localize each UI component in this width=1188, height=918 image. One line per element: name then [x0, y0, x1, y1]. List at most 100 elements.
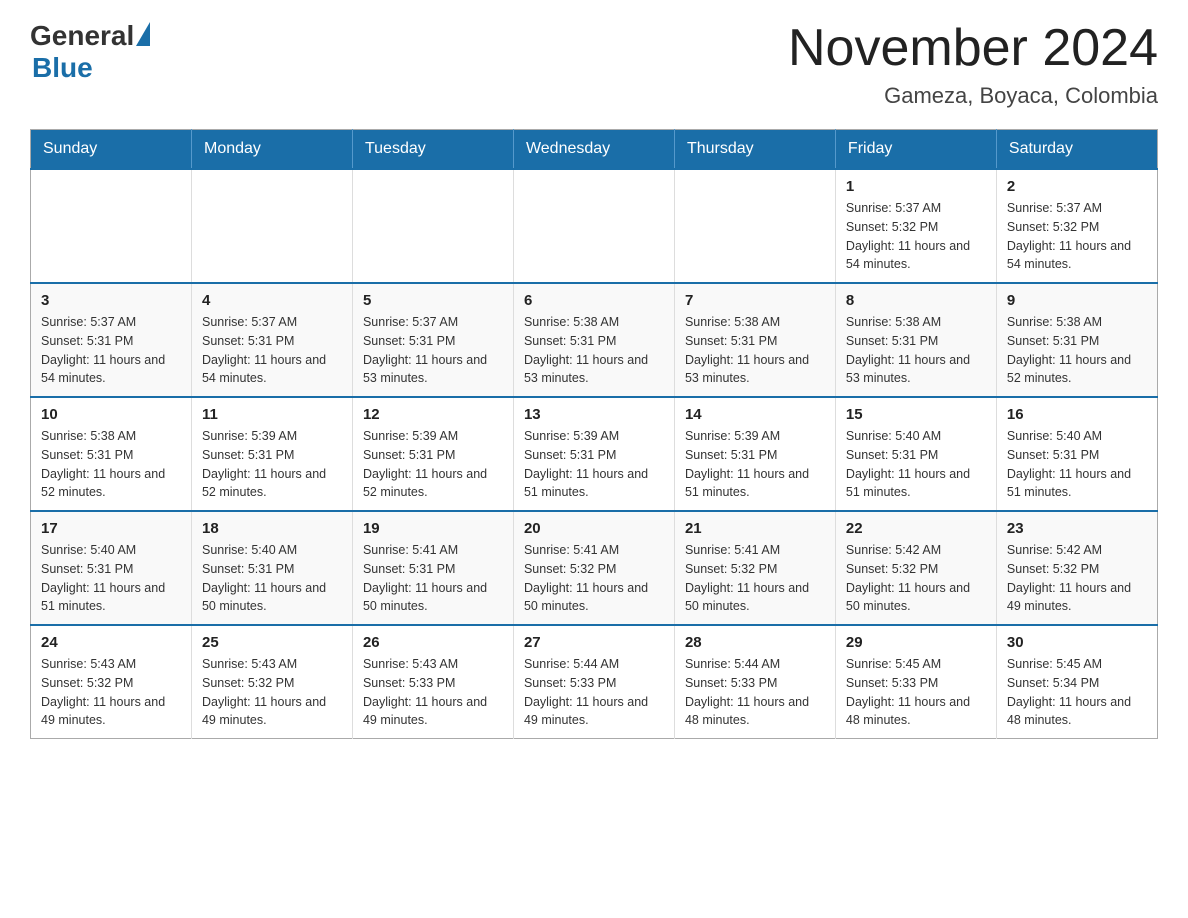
weekday-header-monday: Monday — [191, 130, 352, 170]
day-info: Sunrise: 5:37 AMSunset: 5:31 PMDaylight:… — [202, 313, 342, 388]
day-number: 12 — [363, 406, 503, 423]
day-number: 21 — [685, 520, 825, 537]
weekday-header-tuesday: Tuesday — [352, 130, 513, 170]
day-info: Sunrise: 5:41 AMSunset: 5:32 PMDaylight:… — [524, 541, 664, 616]
day-number: 23 — [1007, 520, 1147, 537]
day-info: Sunrise: 5:41 AMSunset: 5:32 PMDaylight:… — [685, 541, 825, 616]
day-number: 16 — [1007, 406, 1147, 423]
day-info: Sunrise: 5:43 AMSunset: 5:33 PMDaylight:… — [363, 655, 503, 730]
day-info: Sunrise: 5:40 AMSunset: 5:31 PMDaylight:… — [41, 541, 181, 616]
day-number: 20 — [524, 520, 664, 537]
day-info: Sunrise: 5:39 AMSunset: 5:31 PMDaylight:… — [685, 427, 825, 502]
calendar-cell: 25Sunrise: 5:43 AMSunset: 5:32 PMDayligh… — [191, 625, 352, 739]
day-info: Sunrise: 5:38 AMSunset: 5:31 PMDaylight:… — [846, 313, 986, 388]
day-info: Sunrise: 5:39 AMSunset: 5:31 PMDaylight:… — [363, 427, 503, 502]
calendar-cell: 16 Sunrise: 5:40 AMSunset: 5:31 PMDayligh… — [996, 397, 1157, 511]
calendar-cell — [674, 169, 835, 283]
logo-triangle-icon — [136, 22, 150, 46]
day-info: Sunrise: 5:45 AMSunset: 5:34 PMDaylight:… — [1007, 655, 1147, 730]
calendar-cell: 15 Sunrise: 5:40 AMSunset: 5:31 PMDayligh… — [835, 397, 996, 511]
day-info: Sunrise: 5:42 AMSunset: 5:32 PMDaylight:… — [1007, 541, 1147, 616]
calendar-cell: 9 Sunrise: 5:38 AMSunset: 5:31 PMDaylight… — [996, 283, 1157, 397]
day-number: 9 — [1007, 292, 1147, 309]
day-info: Sunrise: 5:37 AMSunset: 5:32 PMDaylight:… — [846, 199, 986, 274]
calendar-cell: 14 Sunrise: 5:39 AMSunset: 5:31 PMDayligh… — [674, 397, 835, 511]
day-number: 22 — [846, 520, 986, 537]
calendar-cell: 29 Sunrise: 5:45 AMSunset: 5:33 PMDayligh… — [835, 625, 996, 739]
day-info: Sunrise: 5:38 AMSunset: 5:31 PMDaylight:… — [1007, 313, 1147, 388]
calendar-cell: 1 Sunrise: 5:37 AMSunset: 5:32 PMDaylight… — [835, 169, 996, 283]
calendar-cell: 7 Sunrise: 5:38 AMSunset: 5:31 PMDaylight… — [674, 283, 835, 397]
calendar-cell: 20 Sunrise: 5:41 AMSunset: 5:32 PMDayligh… — [513, 511, 674, 625]
weekday-header-friday: Friday — [835, 130, 996, 170]
calendar-cell: 11 Sunrise: 5:39 AMSunset: 5:31 PMDayligh… — [191, 397, 352, 511]
calendar-cell: 30Sunrise: 5:45 AMSunset: 5:34 PMDayligh… — [996, 625, 1157, 739]
day-info: Sunrise: 5:38 AMSunset: 5:31 PMDaylight:… — [524, 313, 664, 388]
day-info: Sunrise: 5:40 AMSunset: 5:31 PMDaylight:… — [846, 427, 986, 502]
day-info: Sunrise: 5:43 AMSunset: 5:32 PMDaylight:… — [41, 655, 181, 730]
day-number: 26 — [363, 634, 503, 651]
day-number: 18 — [202, 520, 342, 537]
day-number: 13 — [524, 406, 664, 423]
calendar-cell: 19 Sunrise: 5:41 AMSunset: 5:31 PMDayligh… — [352, 511, 513, 625]
calendar-cell: 8 Sunrise: 5:38 AMSunset: 5:31 PMDaylight… — [835, 283, 996, 397]
day-number: 4 — [202, 292, 342, 309]
weekday-header-row: SundayMondayTuesdayWednesdayThursdayFrid… — [31, 130, 1158, 170]
day-info: Sunrise: 5:38 AMSunset: 5:31 PMDaylight:… — [685, 313, 825, 388]
calendar-cell: 13 Sunrise: 5:39 AMSunset: 5:31 PMDayligh… — [513, 397, 674, 511]
day-number: 15 — [846, 406, 986, 423]
day-info: Sunrise: 5:41 AMSunset: 5:31 PMDaylight:… — [363, 541, 503, 616]
day-info: Sunrise: 5:44 AMSunset: 5:33 PMDaylight:… — [685, 655, 825, 730]
day-number: 11 — [202, 406, 342, 423]
day-info: Sunrise: 5:40 AMSunset: 5:31 PMDaylight:… — [1007, 427, 1147, 502]
day-info: Sunrise: 5:44 AMSunset: 5:33 PMDaylight:… — [524, 655, 664, 730]
week-row-4: 17 Sunrise: 5:40 AMSunset: 5:31 PMDayligh… — [31, 511, 1158, 625]
weekday-header-saturday: Saturday — [996, 130, 1157, 170]
calendar: SundayMondayTuesdayWednesdayThursdayFrid… — [30, 129, 1158, 739]
day-number: 2 — [1007, 178, 1147, 195]
day-number: 8 — [846, 292, 986, 309]
day-info: Sunrise: 5:39 AMSunset: 5:31 PMDaylight:… — [524, 427, 664, 502]
page-title: November 2024 — [788, 20, 1158, 77]
calendar-cell: 24Sunrise: 5:43 AMSunset: 5:32 PMDayligh… — [31, 625, 192, 739]
title-area: November 2024 Gameza, Boyaca, Colombia — [788, 20, 1158, 109]
calendar-cell: 3Sunrise: 5:37 AMSunset: 5:31 PMDaylight… — [31, 283, 192, 397]
calendar-cell — [191, 169, 352, 283]
day-info: Sunrise: 5:37 AMSunset: 5:31 PMDaylight:… — [41, 313, 181, 388]
day-info: Sunrise: 5:45 AMSunset: 5:33 PMDaylight:… — [846, 655, 986, 730]
day-info: Sunrise: 5:39 AMSunset: 5:31 PMDaylight:… — [202, 427, 342, 502]
day-number: 1 — [846, 178, 986, 195]
day-info: Sunrise: 5:42 AMSunset: 5:32 PMDaylight:… — [846, 541, 986, 616]
weekday-header-sunday: Sunday — [31, 130, 192, 170]
day-number: 19 — [363, 520, 503, 537]
calendar-cell: 27 Sunrise: 5:44 AMSunset: 5:33 PMDayligh… — [513, 625, 674, 739]
weekday-header-thursday: Thursday — [674, 130, 835, 170]
day-number: 29 — [846, 634, 986, 651]
calendar-cell — [352, 169, 513, 283]
day-number: 17 — [41, 520, 181, 537]
week-row-2: 3Sunrise: 5:37 AMSunset: 5:31 PMDaylight… — [31, 283, 1158, 397]
day-number: 14 — [685, 406, 825, 423]
day-number: 5 — [363, 292, 503, 309]
day-info: Sunrise: 5:37 AMSunset: 5:32 PMDaylight:… — [1007, 199, 1147, 274]
calendar-cell: 18Sunrise: 5:40 AMSunset: 5:31 PMDayligh… — [191, 511, 352, 625]
day-number: 28 — [685, 634, 825, 651]
calendar-cell — [513, 169, 674, 283]
calendar-cell: 23 Sunrise: 5:42 AMSunset: 5:32 PMDayligh… — [996, 511, 1157, 625]
calendar-cell: 22 Sunrise: 5:42 AMSunset: 5:32 PMDayligh… — [835, 511, 996, 625]
week-row-5: 24Sunrise: 5:43 AMSunset: 5:32 PMDayligh… — [31, 625, 1158, 739]
header: General Blue November 2024 Gameza, Boyac… — [30, 20, 1158, 109]
day-number: 7 — [685, 292, 825, 309]
day-info: Sunrise: 5:43 AMSunset: 5:32 PMDaylight:… — [202, 655, 342, 730]
calendar-cell: 5 Sunrise: 5:37 AMSunset: 5:31 PMDaylight… — [352, 283, 513, 397]
logo-general-text: General — [30, 20, 134, 52]
day-info: Sunrise: 5:38 AMSunset: 5:31 PMDaylight:… — [41, 427, 181, 502]
week-row-1: 1 Sunrise: 5:37 AMSunset: 5:32 PMDaylight… — [31, 169, 1158, 283]
day-number: 10 — [41, 406, 181, 423]
calendar-cell: 26 Sunrise: 5:43 AMSunset: 5:33 PMDayligh… — [352, 625, 513, 739]
calendar-cell: 4 Sunrise: 5:37 AMSunset: 5:31 PMDaylight… — [191, 283, 352, 397]
day-number: 27 — [524, 634, 664, 651]
calendar-cell: 10 Sunrise: 5:38 AMSunset: 5:31 PMDayligh… — [31, 397, 192, 511]
calendar-cell: 21 Sunrise: 5:41 AMSunset: 5:32 PMDayligh… — [674, 511, 835, 625]
day-info: Sunrise: 5:37 AMSunset: 5:31 PMDaylight:… — [363, 313, 503, 388]
